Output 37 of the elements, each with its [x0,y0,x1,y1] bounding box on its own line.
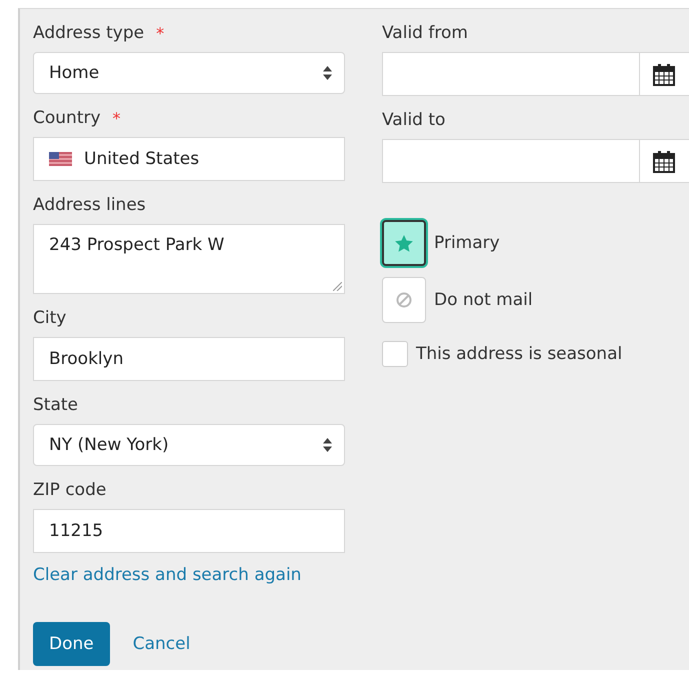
date-input-field[interactable] [382,52,640,96]
toggle-label: Primary [434,233,500,253]
field-label: City [33,308,66,328]
field-label: Country [33,108,101,128]
calendar-button[interactable] [640,139,689,183]
required-asterisk: * [112,108,121,128]
input-field[interactable]: Brooklyn [33,337,345,381]
field-label: Address lines [33,195,146,215]
done-button[interactable]: Done [33,622,110,666]
calendar-icon [653,150,675,172]
do-not-mail-toggle[interactable] [382,277,426,323]
toggle-label: Do not mail [434,290,533,310]
clear-address-link[interactable]: Clear address and search again [33,565,302,585]
textarea-field[interactable]: 243 Prospect Park W [33,224,345,294]
star-icon [395,234,413,252]
checkbox-label: This address is seasonal [416,344,622,364]
primary-toggle[interactable] [382,220,426,266]
us-flag-icon [49,152,72,166]
resize-handle-icon [333,282,342,291]
seasonal-checkbox[interactable] [382,341,408,367]
field-label: Valid to [382,110,446,130]
field-label: Address type [33,23,144,43]
field-label: Valid from [382,23,468,43]
calendar-icon [653,62,675,86]
sort-arrows-icon [323,66,332,80]
calendar-button[interactable] [640,52,689,96]
ban-icon [396,292,412,308]
date-input-field[interactable] [382,139,640,183]
input-field[interactable]: 11215 [33,509,345,553]
input-field[interactable]: United States [33,137,345,181]
field-label: State [33,395,78,415]
cancel-link[interactable]: Cancel [132,634,190,654]
select-field[interactable]: NY (New York) [33,424,345,466]
sort-arrows-icon [323,438,332,452]
required-asterisk: * [156,24,164,42]
field-label: ZIP code [33,480,106,500]
select-field[interactable]: Home [33,52,345,94]
